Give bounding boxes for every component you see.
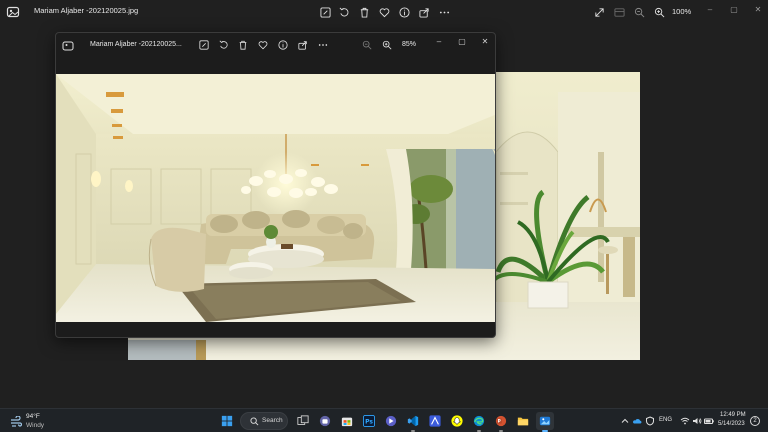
teams-icon[interactable] [316, 412, 334, 430]
favorite-icon[interactable] [257, 39, 269, 51]
maximize-button[interactable]: ▢ [726, 3, 742, 17]
wifi-icon[interactable] [680, 416, 690, 426]
photos-app-icon [62, 39, 74, 51]
svg-text:Ps: Ps [365, 419, 373, 426]
delete-icon[interactable] [237, 39, 249, 51]
more-icon[interactable] [437, 5, 451, 19]
search-box[interactable]: Search [240, 412, 288, 430]
favorite-icon[interactable] [377, 5, 391, 19]
zoom-out-icon[interactable] [632, 5, 646, 19]
search-label: Search [262, 417, 283, 424]
zoom-level[interactable]: 100% [672, 7, 691, 16]
weather-condition: Windy [26, 422, 45, 429]
info-icon[interactable] [397, 5, 411, 19]
share-icon[interactable] [297, 39, 309, 51]
zoom-out-icon[interactable] [361, 39, 373, 51]
share-icon[interactable] [417, 5, 431, 19]
clock-date[interactable]: 5/14/2023 [718, 421, 745, 427]
battery-icon[interactable] [704, 416, 714, 426]
secondary-titlebar: Mariam Aljaber -202120025... 85% – ▢ ✕ [56, 33, 495, 57]
powerpoint-icon[interactable]: P [492, 412, 510, 432]
window-title: Mariam Aljaber -202120025... [90, 41, 182, 48]
secondary-photo-window: Mariam Aljaber -202120025... 85% – ▢ ✕ [55, 32, 496, 338]
slideshow-icon[interactable] [612, 5, 626, 19]
file-explorer-icon[interactable] [514, 412, 532, 430]
onedrive-icon[interactable] [632, 416, 642, 426]
photoshop-icon[interactable]: Ps [360, 412, 378, 430]
language-indicator[interactable]: ENG [659, 417, 672, 423]
editor-icon[interactable] [426, 412, 444, 430]
security-icon[interactable] [645, 416, 655, 426]
info-icon[interactable] [277, 39, 289, 51]
store-icon[interactable] [338, 412, 356, 430]
close-button[interactable]: ✕ [477, 35, 493, 49]
window-title: Mariam Aljaber -202120025.jpg [34, 6, 139, 15]
minimize-button[interactable]: – [431, 35, 447, 49]
close-button[interactable]: ✕ [750, 3, 766, 17]
zoom-in-icon[interactable] [381, 39, 393, 51]
taskbar: 94°F Windy Search Ps P ENG 12:49 PM 5/14… [0, 408, 768, 432]
chevron-up-icon[interactable] [620, 416, 630, 426]
weather-widget[interactable]: 94°F Windy [8, 412, 68, 430]
rotate-icon[interactable] [218, 39, 230, 51]
photos-app-icon [6, 5, 20, 19]
notification-badge[interactable]: 2 [750, 416, 760, 426]
volume-icon[interactable] [692, 416, 702, 426]
rotate-icon[interactable] [337, 5, 351, 19]
fullscreen-icon[interactable] [592, 5, 606, 19]
delete-icon[interactable] [357, 5, 371, 19]
zoom-in-icon[interactable] [652, 5, 666, 19]
svg-text:P: P [498, 419, 501, 425]
task-view-icon[interactable] [294, 412, 312, 430]
maximize-button[interactable]: ▢ [454, 35, 470, 49]
secondary-photo-canvas[interactable] [56, 74, 495, 322]
zoom-level[interactable]: 85% [402, 41, 416, 48]
minimize-button[interactable]: – [702, 3, 718, 17]
vscode-icon[interactable] [404, 412, 422, 432]
edge-icon[interactable] [470, 412, 488, 432]
photos-icon[interactable] [536, 412, 554, 432]
more-icon[interactable] [317, 39, 329, 51]
edit-icon[interactable] [198, 39, 210, 51]
main-titlebar: Mariam Aljaber -202120025.jpg 100% – ▢ ✕ [0, 0, 768, 24]
clock-time[interactable]: 12:49 PM [720, 412, 746, 418]
wind-icon [10, 415, 23, 427]
edit-icon[interactable] [318, 5, 332, 19]
start-icon[interactable] [218, 412, 236, 430]
app-icon[interactable] [382, 412, 400, 430]
snapchat-icon[interactable] [448, 412, 466, 430]
weather-temperature: 94°F [26, 413, 40, 420]
